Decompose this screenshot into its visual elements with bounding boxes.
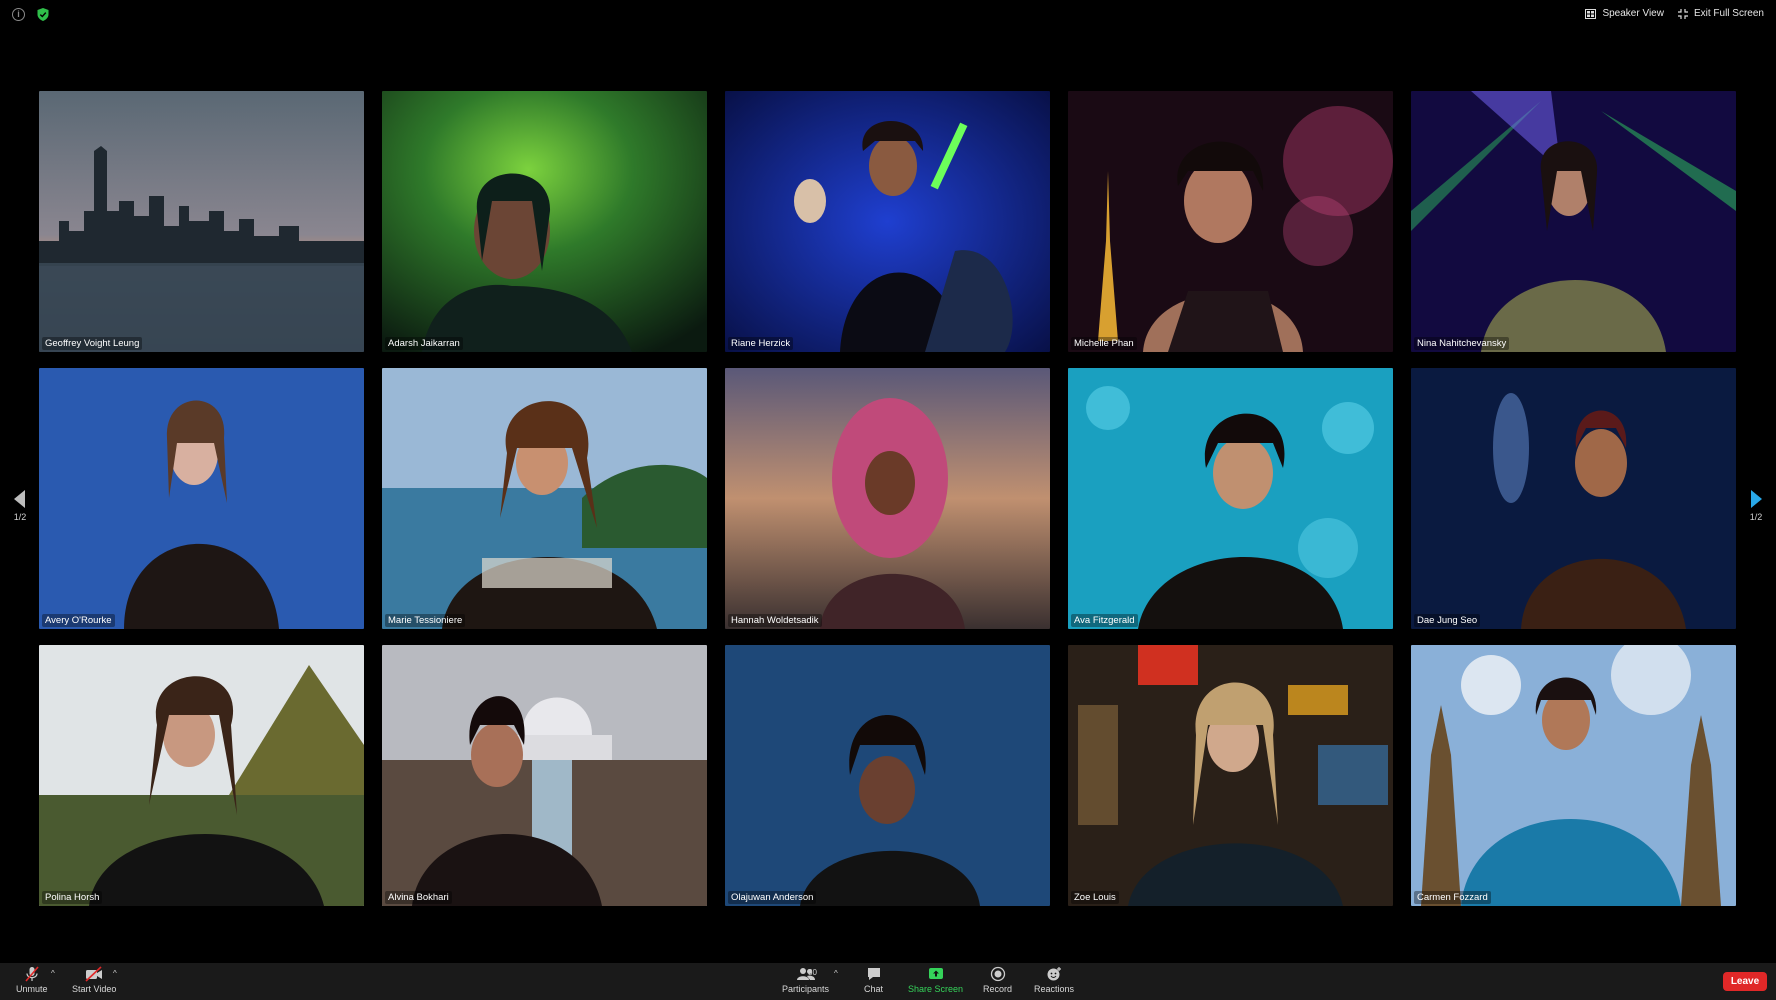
video-feed (39, 91, 364, 352)
record-icon (990, 966, 1005, 982)
page-indicator-right: 1/2 (1749, 512, 1763, 522)
participant-name: Polina Horsh (42, 891, 103, 904)
record-button[interactable]: Record (983, 966, 1012, 994)
video-feed (382, 91, 707, 352)
info-icon[interactable]: i (12, 8, 25, 21)
meeting-status: i (12, 8, 49, 21)
chat-label: Chat (864, 984, 884, 994)
video-feed (39, 645, 364, 906)
speaker-view-icon (1585, 8, 1597, 19)
chevron-left-icon (14, 490, 25, 508)
leave-button[interactable]: Leave (1723, 972, 1767, 991)
video-feed (1068, 91, 1393, 352)
chat-button[interactable]: Chat (864, 966, 883, 994)
video-feed (725, 91, 1050, 352)
video-tile[interactable]: Geoffrey Voight Leung (39, 91, 364, 352)
participant-name: Carmen Fozzard (1414, 891, 1491, 904)
unmute-label: Unmute (16, 984, 48, 994)
reactions-button[interactable]: Reactions (1034, 966, 1074, 994)
share-screen-label: Share Screen (908, 984, 964, 994)
video-feed (1068, 368, 1393, 629)
reactions-label: Reactions (1034, 984, 1075, 994)
video-tile[interactable]: Ava Fitzgerald (1068, 368, 1393, 629)
exit-full-screen-label: Exit Full Screen (1693, 8, 1764, 19)
video-feed (382, 368, 707, 629)
chat-bubble-icon (867, 968, 880, 980)
speaker-view-button[interactable]: Speaker View (1585, 8, 1664, 19)
video-tile[interactable]: Adarsh Jaikarran (382, 91, 707, 352)
participant-name: Riane Herzick (728, 337, 794, 350)
video-tile[interactable]: Riane Herzick (725, 91, 1050, 352)
video-feed (39, 368, 364, 629)
smiley-plus-icon (1047, 967, 1062, 981)
video-feed (725, 368, 1050, 629)
participant-name: Zoe Louis (1071, 891, 1119, 904)
start-video-button[interactable]: Start Video (72, 966, 116, 994)
view-controls: Speaker View Exit Full Screen (1585, 8, 1764, 19)
video-tile[interactable]: Polina Horsh (39, 645, 364, 906)
participant-name: Olajuwan Anderson (728, 891, 817, 904)
participant-name: Dae Jung Seo (1414, 614, 1481, 627)
page-indicator-left: 1/2 (13, 512, 27, 522)
microphone-muted-icon (25, 966, 39, 982)
video-feed (1411, 645, 1736, 906)
exit-full-screen-icon (1677, 8, 1688, 19)
video-feed (1068, 645, 1393, 906)
participant-name: Hannah Woldetsadik (728, 614, 822, 627)
video-options-chevron-up-icon[interactable]: ^ (113, 969, 117, 978)
video-tile[interactable]: Avery O'Rourke (39, 368, 364, 629)
meeting-toolbar: Unmute ^ Start Video ^ 30 Participants ^… (0, 963, 1776, 1000)
chevron-right-icon (1751, 490, 1762, 508)
video-tile[interactable]: Carmen Fozzard (1411, 645, 1736, 906)
next-page-button[interactable]: 1/2 (1742, 490, 1770, 522)
share-screen-button[interactable]: Share Screen (908, 966, 963, 994)
participant-name: Michelle Phan (1071, 337, 1137, 350)
video-tile[interactable]: Nina Nahitchevansky (1411, 91, 1736, 352)
participants-label: Participants (782, 984, 830, 994)
video-tile[interactable]: Marie Tessioniere (382, 368, 707, 629)
participants-button[interactable]: 30 Participants (782, 966, 829, 994)
participant-name: Ava Fitzgerald (1071, 614, 1138, 627)
video-tile[interactable]: Alvina Bokhari (382, 645, 707, 906)
exit-full-screen-button[interactable]: Exit Full Screen (1677, 8, 1764, 19)
participant-name: Marie Tessioniere (385, 614, 466, 627)
participants-count: 30 (808, 968, 817, 977)
video-feed (382, 645, 707, 906)
participants-options-chevron-up-icon[interactable]: ^ (834, 969, 838, 978)
participant-name: Nina Nahitchevansky (1414, 337, 1510, 350)
video-feed (725, 645, 1050, 906)
unmute-button[interactable]: Unmute (16, 966, 48, 994)
previous-page-button[interactable]: 1/2 (6, 490, 34, 522)
video-tile[interactable]: Hannah Woldetsadik (725, 368, 1050, 629)
audio-options-chevron-up-icon[interactable]: ^ (51, 969, 55, 978)
video-tile[interactable]: Olajuwan Anderson (725, 645, 1050, 906)
participant-name: Geoffrey Voight Leung (42, 337, 143, 350)
video-feed (1411, 91, 1736, 352)
share-screen-icon (928, 968, 943, 979)
participant-name: Avery O'Rourke (42, 614, 115, 627)
start-video-label: Start Video (72, 984, 117, 994)
video-camera-off-icon (85, 966, 103, 982)
encryption-shield-icon[interactable] (37, 8, 49, 21)
participant-name: Alvina Bokhari (385, 891, 452, 904)
participant-name: Adarsh Jaikarran (385, 337, 463, 350)
video-tile[interactable]: Dae Jung Seo (1411, 368, 1736, 629)
video-tile[interactable]: Zoe Louis (1068, 645, 1393, 906)
speaker-view-label: Speaker View (1602, 8, 1664, 19)
video-tile[interactable]: Michelle Phan (1068, 91, 1393, 352)
video-feed (1411, 368, 1736, 629)
record-label: Record (983, 984, 1013, 994)
gallery-grid: Geoffrey Voight Leung Adarsh Jaikarran R… (39, 91, 1737, 906)
